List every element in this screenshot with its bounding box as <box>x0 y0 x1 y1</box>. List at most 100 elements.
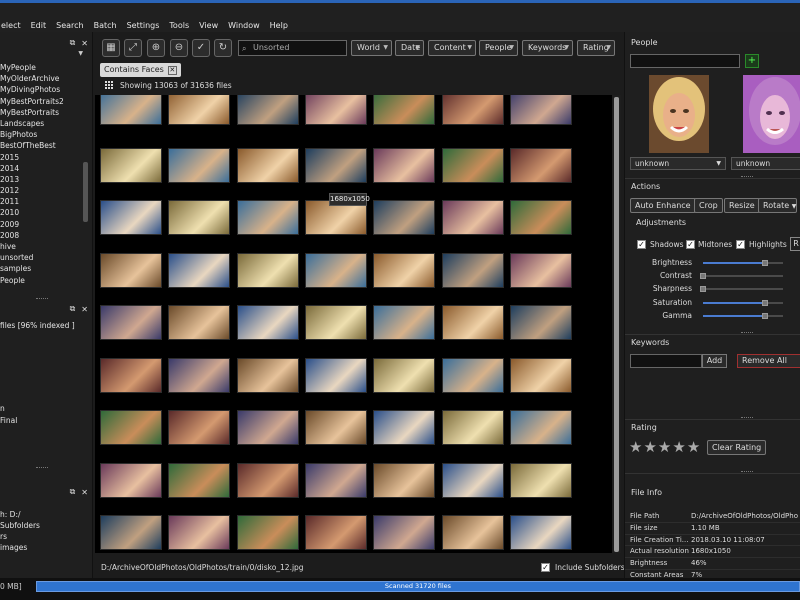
filter-rating-button[interactable]: Rating ▼ <box>577 40 615 56</box>
rotate-button[interactable]: Rotate ▼ <box>758 198 797 213</box>
folder-scrollbar[interactable] <box>83 162 88 222</box>
photo-thumbnail[interactable] <box>168 462 230 498</box>
folder-item[interactable]: 2012 <box>0 185 86 196</box>
zoom-in-icon[interactable]: ⊕ <box>147 39 165 57</box>
photo-thumbnail[interactable] <box>442 410 504 445</box>
photo-thumbnail[interactable] <box>510 252 572 288</box>
resize-button[interactable]: Resize <box>724 198 760 213</box>
grid-view-icon[interactable]: ▦ <box>102 39 120 57</box>
photo-thumbnail[interactable] <box>100 410 162 445</box>
photo-thumbnail[interactable] <box>510 515 572 550</box>
folder-item[interactable]: MyBestPortraits <box>0 107 86 118</box>
photo-thumbnail[interactable] <box>442 515 504 550</box>
add-keyword-button[interactable]: Add <box>702 354 727 368</box>
star-icon[interactable]: ★ <box>672 438 686 456</box>
filter-world-button[interactable]: World ▼ <box>351 40 392 56</box>
star-icon[interactable]: ★ <box>658 438 672 456</box>
photo-thumbnail[interactable] <box>442 462 504 498</box>
menu-item-help[interactable]: Help <box>265 21 293 30</box>
photo-thumbnail[interactable] <box>168 252 230 288</box>
photo-thumbnail[interactable] <box>305 95 367 125</box>
photo-thumbnail[interactable] <box>442 305 504 340</box>
filter-people-button[interactable]: People ▼ <box>479 40 518 56</box>
slider-knob[interactable] <box>700 273 706 280</box>
folder-item[interactable]: 2011 <box>0 196 86 207</box>
photo-thumbnail[interactable] <box>100 147 162 183</box>
star-icon[interactable]: ★ <box>643 438 657 456</box>
folder-dropdown-icon[interactable]: ▼ <box>78 50 83 57</box>
photo-thumbnail[interactable] <box>510 305 572 340</box>
face-thumbnail[interactable] <box>743 75 800 153</box>
star-icon[interactable]: ★ <box>687 438 701 456</box>
photo-thumbnail[interactable] <box>237 200 299 235</box>
photo-thumbnail[interactable] <box>237 252 299 288</box>
zoom-out-icon[interactable]: ⊖ <box>170 39 188 57</box>
active-filter-chip[interactable]: Contains Faces ✕ <box>100 63 181 77</box>
menu-item-search[interactable]: Search <box>51 21 88 30</box>
photo-thumbnail[interactable] <box>373 147 435 183</box>
photo-thumbnail[interactable] <box>305 515 367 550</box>
remove-all-keywords-button[interactable]: Remove All <box>737 354 800 368</box>
folder-item[interactable]: hive <box>0 241 86 252</box>
slider-knob[interactable] <box>762 260 769 266</box>
menu-item-settings[interactable]: Settings <box>122 21 165 30</box>
folder-item[interactable]: 2014 <box>0 163 86 174</box>
keyword-input[interactable] <box>630 354 702 368</box>
float-icon[interactable]: ⧉ <box>70 38 76 48</box>
filter-keywords-button[interactable]: Keywords ▼ <box>522 40 573 56</box>
people-search-input[interactable] <box>630 54 740 68</box>
photo-thumbnail[interactable] <box>237 305 299 340</box>
filter-content-button[interactable]: Content ▼ <box>428 40 476 56</box>
photo-thumbnail[interactable] <box>168 147 230 183</box>
folder-item[interactable]: 2010 <box>0 207 86 218</box>
crop-button[interactable]: Crop <box>694 198 723 213</box>
photo-thumbnail[interactable] <box>305 305 367 340</box>
photo-thumbnail[interactable] <box>373 305 435 340</box>
add-person-button[interactable]: + <box>745 54 759 68</box>
photo-thumbnail[interactable] <box>305 252 367 288</box>
photo-thumbnail[interactable] <box>168 410 230 445</box>
photo-thumbnail[interactable] <box>168 515 230 550</box>
scroll-thumb[interactable] <box>614 97 619 552</box>
float-icon[interactable]: ⧉ <box>70 304 76 314</box>
slider-track[interactable] <box>703 275 783 278</box>
photo-thumbnail[interactable] <box>373 252 435 288</box>
folder-item[interactable]: 2009 <box>0 219 86 230</box>
thumbnail-scrollbar[interactable] <box>612 95 621 553</box>
photo-thumbnail[interactable] <box>373 410 435 445</box>
check-icon[interactable]: ✓ <box>192 39 210 57</box>
panel-grip[interactable] <box>36 298 48 300</box>
folder-item[interactable]: BigPhotos <box>0 129 86 140</box>
photo-thumbnail[interactable] <box>442 200 504 235</box>
folder-item[interactable]: MyBestPortraits2 <box>0 96 86 107</box>
photo-thumbnail[interactable] <box>100 200 162 235</box>
photo-thumbnail[interactable] <box>442 252 504 288</box>
photo-thumbnail[interactable] <box>373 200 435 235</box>
photo-thumbnail[interactable] <box>510 462 572 498</box>
folder-item[interactable]: Landscapes <box>0 118 86 129</box>
slider-knob[interactable] <box>762 312 769 319</box>
close-icon[interactable]: ✕ <box>81 488 88 497</box>
photo-thumbnail[interactable] <box>510 147 572 183</box>
menu-item-elect[interactable]: elect <box>0 21 26 30</box>
photo-thumbnail[interactable] <box>510 410 572 445</box>
folder-item[interactable]: MyPeople <box>0 62 86 73</box>
photo-thumbnail[interactable] <box>237 95 299 125</box>
photo-thumbnail[interactable] <box>510 200 572 235</box>
highlights-checkbox[interactable]: ✓ <box>736 240 745 249</box>
photo-thumbnail[interactable] <box>305 410 367 445</box>
menu-item-window[interactable]: Window <box>223 21 265 30</box>
photo-thumbnail[interactable] <box>237 357 299 393</box>
photo-thumbnail[interactable] <box>373 357 435 393</box>
photo-thumbnail[interactable] <box>237 462 299 498</box>
close-icon[interactable]: ✕ <box>81 305 88 314</box>
photo-thumbnail[interactable] <box>100 357 162 393</box>
close-icon[interactable]: ✕ <box>81 39 88 48</box>
face-name-select[interactable]: unknown ▼ <box>630 157 726 170</box>
star-icon[interactable]: ★ <box>629 438 643 456</box>
photo-thumbnail[interactable] <box>237 147 299 183</box>
menu-item-tools[interactable]: Tools <box>164 21 194 30</box>
folder-item[interactable]: 2013 <box>0 174 86 185</box>
photo-thumbnail[interactable] <box>510 95 572 125</box>
menu-item-edit[interactable]: Edit <box>26 21 52 30</box>
